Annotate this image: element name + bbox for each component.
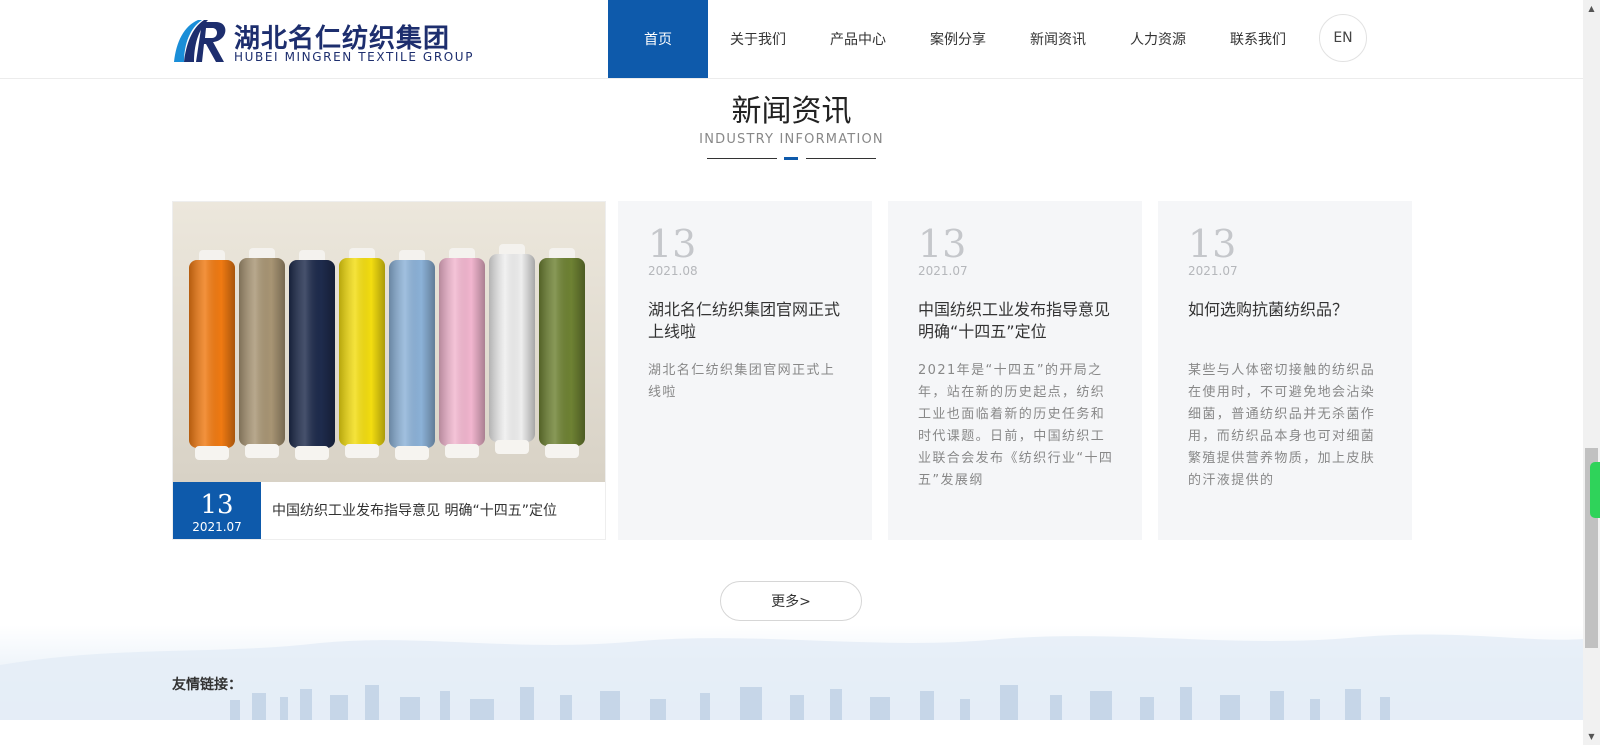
- spool-base: [545, 444, 579, 458]
- section-title: 新闻资讯: [731, 94, 852, 129]
- news-year-month: 2021.07: [1188, 264, 1238, 278]
- logo-english-name: HUBEI MINGREN TEXTILE GROUP: [234, 50, 475, 64]
- nav-home[interactable]: 首页: [608, 0, 708, 78]
- spool-shading: [439, 258, 485, 446]
- news-card[interactable]: 13 2021.07 中国纺织工业发布指导意见 明确“十四五”定位 2021年是…: [888, 201, 1142, 540]
- featured-day: 13: [200, 490, 234, 520]
- section-subtitle: INDUSTRY INFORMATION: [699, 132, 884, 147]
- language-switch-button[interactable]: EN: [1319, 14, 1367, 62]
- nav-contact[interactable]: 联系我们: [1208, 0, 1308, 78]
- news-summary: 湖北名仁纺织集团官网正式上线啦: [648, 363, 836, 400]
- logo[interactable]: 湖北名仁纺织集团 HUBEI MINGREN TEXTILE GROUP: [172, 18, 472, 64]
- spool-base: [345, 444, 379, 458]
- spool-shading: [539, 258, 585, 446]
- page-bottom: [0, 720, 1583, 745]
- nav-products[interactable]: 产品中心: [808, 0, 908, 78]
- news-card[interactable]: 13 2021.08 湖北名仁纺织集团官网正式上线啦 湖北名仁纺织集团官网正式上…: [618, 201, 872, 540]
- spool-base: [295, 446, 329, 460]
- nav-hr[interactable]: 人力资源: [1108, 0, 1208, 78]
- spool-shading: [389, 260, 435, 448]
- main-nav: 首页 关于我们 产品中心 案例分享 新闻资讯 人力资源 联系我们: [608, 0, 1308, 78]
- thread-spools-image: [173, 202, 605, 482]
- page-scrollbar[interactable]: ▲ ▼: [1583, 0, 1600, 745]
- more-news-button[interactable]: 更多>: [720, 581, 862, 621]
- nav-news[interactable]: 新闻资讯: [1008, 0, 1108, 78]
- news-day: 13: [918, 222, 967, 266]
- news-title[interactable]: 中国纺织工业发布指导意见 明确“十四五”定位: [918, 299, 1118, 343]
- spool-base: [445, 444, 479, 458]
- news-day: 13: [1188, 222, 1237, 266]
- spool-base: [495, 440, 529, 454]
- title-divider-left: [707, 158, 777, 159]
- spool-base: [245, 444, 279, 458]
- side-float-tab[interactable]: [1590, 462, 1600, 518]
- news-card[interactable]: 13 2021.07 如何选购抗菌纺织品？ 某些与人体密切接触的纺织品在使用时，…: [1158, 201, 1412, 540]
- logo-mark-icon: [174, 20, 226, 62]
- news-title[interactable]: 湖北名仁纺织集团官网正式上线啦: [648, 299, 848, 343]
- footer-skyline-background: [0, 625, 1583, 720]
- scroll-up-arrow-icon[interactable]: ▲: [1583, 0, 1600, 17]
- news-title[interactable]: 如何选购抗菌纺织品？: [1188, 299, 1388, 321]
- featured-date-badge: 13 2021.07: [173, 482, 261, 539]
- title-divider-right: [806, 158, 876, 159]
- featured-title[interactable]: 中国纺织工业发布指导意见 明确“十四五”定位: [272, 482, 557, 539]
- news-year-month: 2021.08: [648, 264, 698, 278]
- news-summary: 某些与人体密切接触的纺织品在使用时，不可避免地会沾染细菌，普通纺织品并无杀菌作用…: [1188, 363, 1376, 488]
- city-skyline-icon: [0, 634, 1583, 720]
- site-header: 湖北名仁纺织集团 HUBEI MINGREN TEXTILE GROUP 首页 …: [0, 0, 1583, 79]
- news-summary: 2021年是“十四五”的开局之年，站在新的历史起点，纺织工业也面临着新的历史任务…: [918, 363, 1114, 488]
- spool-base: [195, 446, 229, 460]
- news-year-month: 2021.07: [918, 264, 968, 278]
- spool-base: [395, 446, 429, 460]
- nav-cases[interactable]: 案例分享: [908, 0, 1008, 78]
- spool-shading: [239, 258, 285, 446]
- nav-about[interactable]: 关于我们: [708, 0, 808, 78]
- spool-shading: [489, 254, 535, 442]
- friend-links-label: 友情链接：: [172, 677, 242, 693]
- spool-shading: [289, 260, 335, 448]
- spool-shading: [339, 258, 385, 446]
- featured-year-month: 2021.07: [192, 520, 242, 534]
- title-divider-accent: [784, 157, 798, 160]
- spool-shading: [189, 260, 235, 448]
- scroll-down-arrow-icon[interactable]: ▼: [1583, 728, 1600, 745]
- news-day: 13: [648, 222, 697, 266]
- featured-news-card[interactable]: 13 2021.07 中国纺织工业发布指导意见 明确“十四五”定位: [172, 201, 606, 540]
